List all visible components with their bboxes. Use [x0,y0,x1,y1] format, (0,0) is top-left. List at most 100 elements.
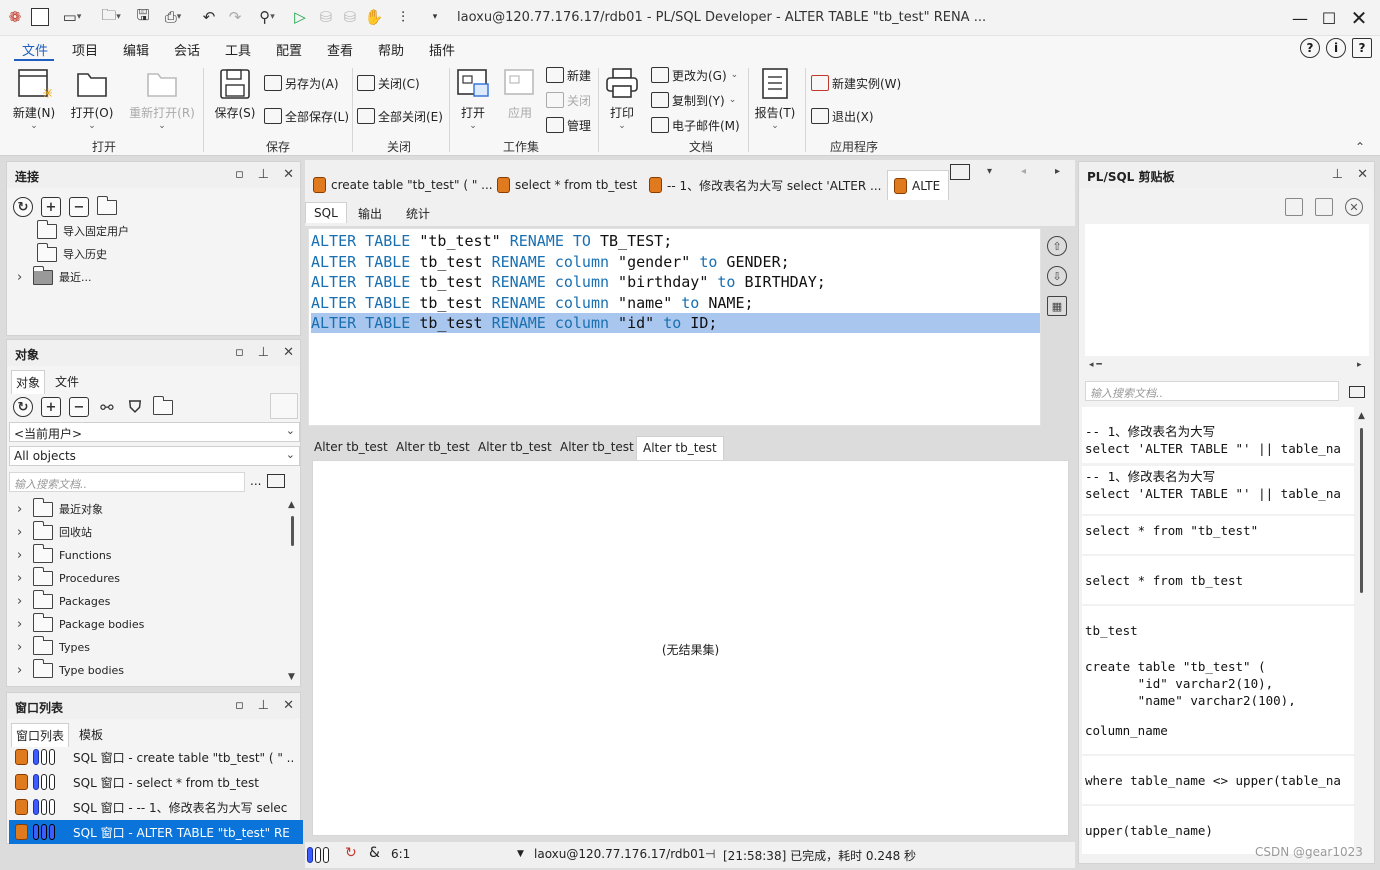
pin-icon[interactable]: ⊥ [1332,167,1343,182]
close-icon[interactable]: ✕ [283,345,294,360]
new-folder-icon[interactable] [96,195,117,217]
save-button[interactable]: 保存(S) [206,66,264,121]
doc-tab-create-table[interactable]: create table "tb_test" ( " ... [307,170,493,200]
close-icon[interactable]: ✕ [1344,6,1374,30]
blank-page-icon[interactable] [30,6,50,28]
tabs-dropdown-icon[interactable]: ▾ [987,166,992,177]
execute-icon[interactable]: ▷ [290,6,310,28]
workspace-manage-button[interactable]: 管理 [546,114,591,136]
window-list-item[interactable]: SQL 窗口 - -- 1、修改表名为大写 selec [9,795,303,819]
pin-icon[interactable]: ⊥ [258,698,269,713]
close-icon[interactable]: ✕ [1357,167,1368,182]
tree-item-recycle-bin[interactable]: › 回收站 [17,520,92,543]
result-grid[interactable]: (无结果集) [312,460,1069,836]
report-button[interactable]: 报告(T) ⌄ [746,66,804,131]
expand-chevron-icon[interactable]: › [17,270,33,285]
tree-item-fixed-users[interactable]: 导入固定用户 [36,219,129,242]
info-icon[interactable]: i [1326,38,1346,58]
search-options-icon[interactable] [1349,386,1365,398]
folder-settings-icon[interactable] [152,395,173,417]
menu-edit[interactable]: 编辑 [123,40,149,59]
add-icon[interactable]: + [41,397,61,417]
refresh-status-icon[interactable]: ↻ [345,845,357,861]
code-line[interactable]: ALTER TABLE tb_test RENAME column "gende… [311,252,790,272]
scroll-down-icon[interactable]: ▼ [288,672,295,682]
doc-tab-rename-query[interactable]: -- 1、修改表名为大写 select 'ALTER ... [643,170,881,200]
window-list-icon[interactable] [950,164,970,180]
print-button[interactable]: 打印 ⌄ [593,66,651,131]
objects-scrollbar[interactable] [291,516,294,546]
menu-tools[interactable]: 工具 [225,40,251,59]
tab-templates[interactable]: 模板 [75,723,107,746]
expand-chevron-icon[interactable]: › [17,502,33,517]
close-icon[interactable]: ✕ [283,698,294,713]
code-line[interactable]: ALTER TABLE "tb_test" RENAME TO TB_TEST; [311,231,672,251]
expand-chevron-icon[interactable]: › [17,548,33,563]
tab-objects[interactable]: 对象 [11,370,46,394]
result-tab[interactable]: Alter tb_test [554,436,640,460]
clipboard-search-input[interactable]: 输入搜索文档.. [1085,381,1339,401]
save-as-button[interactable]: 另存为(A) [264,72,339,94]
tree-item-history[interactable]: 导入历史 [36,242,107,265]
menu-view[interactable]: 查看 [327,40,353,59]
panel-option-box[interactable] [270,393,298,419]
open-button[interactable]: 打开(O) ⌄ [63,66,121,131]
scroll-left-icon[interactable]: ◂ ━ [1089,360,1102,370]
clipboard-item[interactable]: tb_test [1082,606,1354,656]
close-all-button[interactable]: 全部关闭(E) [357,105,443,127]
collapse-ribbon-icon[interactable]: ⌃ [1355,140,1365,154]
tree-item-packages[interactable]: › Packages [17,589,110,612]
expand-chevron-icon[interactable]: › [17,640,33,655]
clear-icon[interactable]: ✕ [1345,198,1363,216]
window-list-item[interactable]: SQL 窗口 - select * from tb_test [9,770,303,794]
tab-sql[interactable]: SQL [305,202,347,223]
tree-item-package-bodies[interactable]: › Package bodies [17,612,144,635]
menu-file[interactable]: 文件 [22,40,48,59]
user-combo[interactable]: <当前用户> ⌄ [9,422,300,442]
copy-to-button[interactable]: 复制到(Y) ⌄ [651,89,736,111]
clipboard-item[interactable]: create table "tb_test" ( "id" varchar2(1… [1082,656,1354,706]
clipboard-item[interactable]: -- 1、修改表名为大写 select 'ALTER TABLE "' || t… [1082,407,1354,463]
refresh-icon[interactable]: ↻ [13,197,33,217]
filter-icon[interactable]: ⛉ [125,397,145,417]
doc-tab-alter-active[interactable]: ALTE [887,170,950,200]
tab-files[interactable]: 文件 [51,370,83,393]
new-window-icon[interactable]: ▭ ▾ [56,6,88,28]
code-line[interactable]: ALTER TABLE tb_test RENAME column "name"… [311,293,754,313]
find-binoculars-icon[interactable]: ⚯ [97,397,117,417]
result-tab[interactable]: Alter tb_test [390,436,476,460]
tree-item-recent-objects[interactable]: › 最近对象 [17,497,103,520]
expand-chevron-icon[interactable]: › [17,571,33,586]
expand-chevron-icon[interactable]: › [17,617,33,632]
expand-chevron-icon[interactable]: › [17,525,33,540]
connection-dropdown-icon[interactable]: ▼ [517,849,524,859]
float-icon[interactable]: ▫ [235,167,244,182]
grid-view-icon[interactable]: ▦ [1047,296,1067,316]
copy-icon[interactable] [1285,198,1303,216]
code-line[interactable]: ALTER TABLE tb_test RENAME column "birth… [311,272,826,292]
sql-editor[interactable]: ALTER TABLE "tb_test" RENAME TO TB_TEST;… [308,228,1041,426]
new-instance-button[interactable]: 新建实例(W) [811,72,901,94]
close-icon[interactable]: ✕ [283,167,294,182]
workspace-new-button[interactable]: 新建 [546,64,591,86]
menu-project[interactable]: 项目 [72,40,98,59]
scroll-right-icon[interactable]: ▸ [1357,360,1362,370]
clipboard-item[interactable]: column_name [1082,706,1354,754]
tab-window-list[interactable]: 窗口列表 [11,723,70,747]
window-list-item[interactable]: SQL 窗口 - create table "tb_test" ( " .. [9,745,303,769]
print-icon[interactable]: ⎙ ▾ [158,6,188,28]
paste-icon[interactable] [1315,198,1333,216]
customize-dropdown-icon[interactable]: ▾ [428,6,442,28]
tree-item-recent[interactable]: › 最近... [17,265,92,288]
exit-button[interactable]: 退出(X) [811,105,874,127]
context-help-icon[interactable]: ? [1352,38,1372,58]
change-to-button[interactable]: 更改为(G) ⌄ [651,64,738,86]
code-line-selected[interactable]: ALTER TABLE tb_test RENAME column "id" t… [311,313,1040,333]
clipboard-item[interactable]: select * from tb_test [1082,556,1354,604]
search-more-button[interactable]: ... [250,474,261,488]
help-icon[interactable]: ? [1300,38,1320,58]
tree-item-functions[interactable]: › Functions [17,543,112,566]
add-icon[interactable]: + [41,197,61,217]
tree-item-procedures[interactable]: › Procedures [17,566,120,589]
email-button[interactable]: 电子邮件(M) [651,114,740,136]
